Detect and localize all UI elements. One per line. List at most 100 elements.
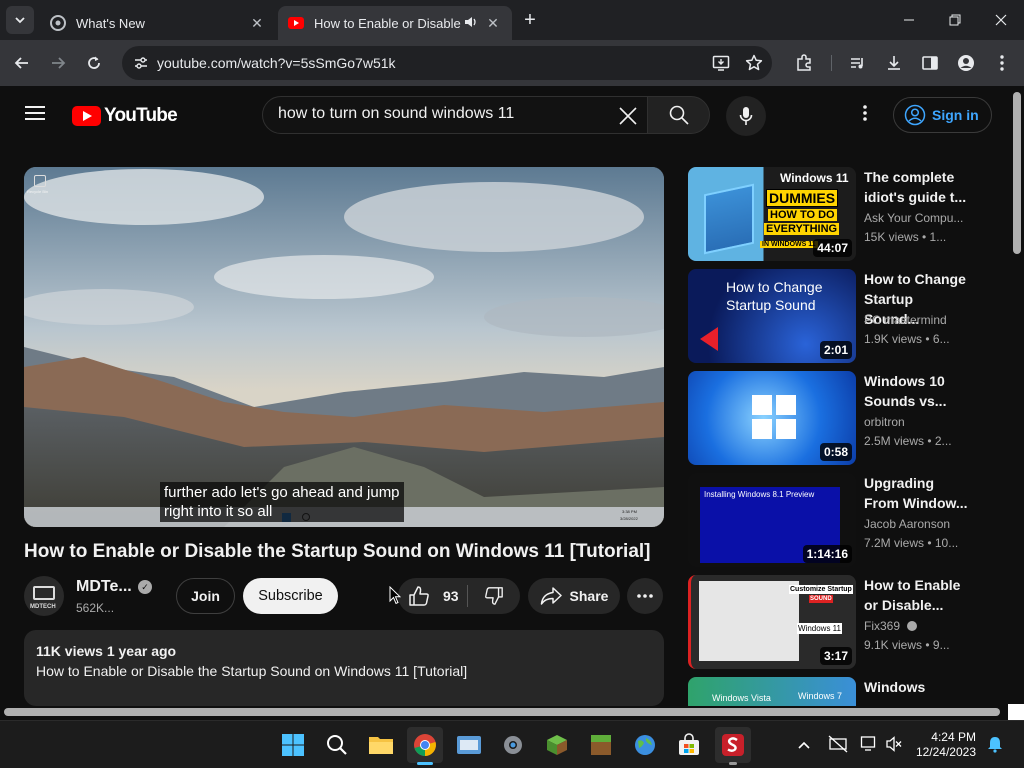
- settings-screenshot: [699, 581, 799, 661]
- thumb-text: HOW TO DO: [768, 209, 837, 221]
- address-bar[interactable]: youtube.com/watch?v=5sSmGo7w51k: [122, 46, 772, 80]
- horizontal-ellipsis-icon: [637, 594, 653, 598]
- folder-icon: [369, 737, 393, 754]
- recommended-video-title[interactable]: How to Enable or Disable...: [864, 575, 968, 615]
- bookmark-star-icon[interactable]: [745, 54, 763, 77]
- tab-youtube-video[interactable]: How to Enable or Disable the Startup Sou…: [278, 6, 512, 40]
- recommended-video[interactable]: Windows Vista Windows 7 Windows: [688, 677, 988, 706]
- sign-in-button[interactable]: Sign in: [893, 97, 992, 133]
- back-button[interactable]: [8, 49, 36, 77]
- vertical-scrollbar-thumb[interactable]: [1013, 92, 1021, 254]
- recommended-video[interactable]: Customize Startup SOUND Windows 11 3:17 …: [688, 575, 988, 669]
- downloads-button[interactable]: [880, 49, 908, 77]
- browser-tab-strip: What's New ✕ How to Enable or Disable th…: [0, 0, 1024, 40]
- microsoft-store-button[interactable]: [671, 727, 707, 763]
- show-hidden-icons-button[interactable]: [797, 737, 813, 753]
- mouse-pointer-icon: [389, 585, 402, 610]
- like-button[interactable]: 93: [398, 578, 478, 614]
- join-button[interactable]: Join: [176, 578, 235, 614]
- install-app-icon[interactable]: [712, 54, 730, 77]
- start-button[interactable]: [275, 727, 311, 763]
- audio-playing-icon[interactable]: [464, 15, 478, 32]
- settings-button[interactable]: [495, 727, 531, 763]
- forward-button[interactable]: [44, 49, 72, 77]
- recommended-video-meta: 15K views • 1...: [864, 230, 947, 244]
- guide-menu-button[interactable]: [24, 104, 48, 128]
- profile-button[interactable]: [952, 49, 980, 77]
- system-clock[interactable]: 4:24 PM 12/24/2023: [910, 730, 976, 760]
- search-button[interactable]: [647, 96, 710, 134]
- video-thumbnail[interactable]: Windows Vista Windows 7: [688, 677, 856, 706]
- subscribe-button[interactable]: Subscribe: [243, 578, 338, 614]
- network-status-button[interactable]: [828, 735, 850, 755]
- recommended-video-title[interactable]: Windows 10 Sounds vs...: [864, 371, 968, 411]
- dislike-button[interactable]: [468, 578, 520, 614]
- voice-search-button[interactable]: [726, 96, 766, 136]
- video-thumbnail[interactable]: How to Change Startup Sound 2:01: [688, 269, 856, 363]
- close-tab-icon[interactable]: ✕: [248, 14, 266, 32]
- avatar-text: MDTECH: [30, 604, 56, 610]
- media-queue-icon: [851, 58, 863, 69]
- browser-menu-button[interactable]: [988, 49, 1016, 77]
- tab-whats-new[interactable]: What's New ✕: [40, 6, 276, 40]
- taskbar-search-button[interactable]: [319, 727, 355, 763]
- site-info-icon[interactable]: [133, 55, 149, 76]
- reload-button[interactable]: [80, 49, 108, 77]
- speaker-icon: [700, 327, 718, 351]
- video-player[interactable]: Recycle Bin 3:38 PM 3/28/2022: [24, 167, 664, 527]
- recommended-video-channel[interactable]: Ask Your Compu...: [864, 211, 963, 225]
- close-tab-icon[interactable]: ✕: [484, 14, 502, 32]
- more-actions-button[interactable]: [627, 578, 663, 614]
- youtube-logo[interactable]: YouTube: [72, 105, 178, 127]
- download-icon: [888, 56, 900, 70]
- display-icon: [860, 736, 876, 751]
- video-thumbnail[interactable]: Installing Windows 8.1 Preview 1:14:16: [688, 473, 856, 567]
- recommended-video-channel[interactable]: orbitron: [864, 415, 905, 429]
- recommended-video-channel[interactable]: PC mastermind: [864, 313, 947, 327]
- clear-search-button[interactable]: [613, 101, 643, 131]
- snagit-button[interactable]: [715, 727, 751, 765]
- recommended-video[interactable]: Installing Windows 8.1 Preview 1:14:16 U…: [688, 473, 988, 567]
- share-button[interactable]: Share: [528, 578, 620, 614]
- recommended-video-title[interactable]: Windows: [864, 677, 968, 697]
- channel-name[interactable]: MDTe...: [76, 578, 132, 596]
- horizontal-scrollbar-thumb[interactable]: [4, 708, 1000, 716]
- recommended-video[interactable]: 0:58 Windows 10 Sounds vs... orbitron 2.…: [688, 371, 988, 465]
- settings-menu-button[interactable]: [858, 105, 872, 125]
- side-panel-button[interactable]: [916, 49, 944, 77]
- minimize-button[interactable]: [886, 0, 932, 40]
- close-window-button[interactable]: [978, 0, 1024, 40]
- search-input[interactable]: [278, 105, 608, 123]
- video-duration: 2:01: [819, 341, 852, 359]
- file-explorer-button[interactable]: [363, 727, 399, 763]
- recommended-video-channel[interactable]: Jacob Aaronson: [864, 517, 950, 531]
- video-thumbnail[interactable]: 0:58: [688, 371, 856, 465]
- chrome-taskbar-button[interactable]: [407, 727, 443, 765]
- chevron-down-icon: [15, 17, 25, 24]
- avatar-logo-icon: [33, 586, 55, 600]
- file-manager-button[interactable]: [451, 727, 487, 763]
- green-app-button[interactable]: [539, 727, 575, 763]
- restore-button[interactable]: [932, 0, 978, 40]
- search-box: [262, 96, 648, 134]
- globe-app-button[interactable]: [627, 727, 663, 763]
- minecraft-button[interactable]: [583, 727, 619, 763]
- video-thumbnail[interactable]: Customize Startup SOUND Windows 11 3:17: [688, 575, 856, 669]
- video-thumbnail[interactable]: Windows 11 DUMMIES HOW TO DO EVERYTHING …: [688, 167, 856, 261]
- tab-search-button[interactable]: [6, 6, 34, 34]
- recommended-video-title[interactable]: The complete idiot's guide t...: [864, 167, 968, 207]
- new-tab-button[interactable]: +: [518, 8, 542, 32]
- description-panel[interactable]: 11K views 1 year ago How to Enable or Di…: [24, 630, 664, 706]
- recommended-video[interactable]: Windows 11 DUMMIES HOW TO DO EVERYTHING …: [688, 167, 988, 261]
- caption-line: further ado let's go ahead and jump: [164, 484, 400, 501]
- thumb-text: Customize Startup: [789, 585, 853, 594]
- media-control-button[interactable]: [844, 49, 872, 77]
- notifications-button[interactable]: [986, 735, 1006, 755]
- quick-settings-button[interactable]: [860, 735, 904, 755]
- recommended-video[interactable]: How to Change Startup Sound 2:01 How to …: [688, 269, 988, 363]
- extensions-button[interactable]: [790, 49, 818, 77]
- channel-avatar[interactable]: MDTECH: [24, 576, 64, 616]
- recommended-video-channel[interactable]: Fix369: [864, 619, 918, 633]
- recommended-video-title[interactable]: Upgrading From Window...: [864, 473, 968, 513]
- windows-logo-icon: [752, 395, 796, 439]
